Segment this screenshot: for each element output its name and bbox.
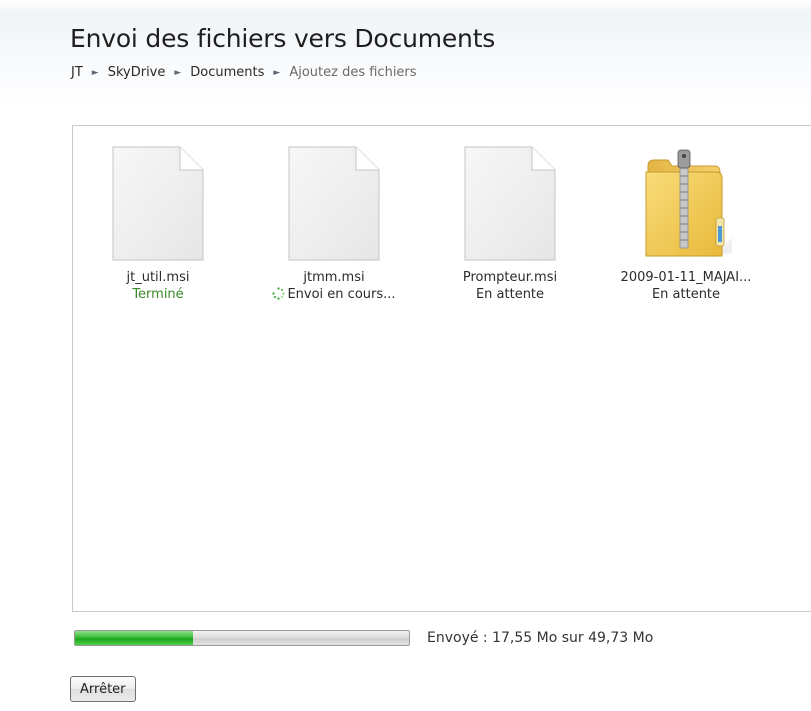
zip-folder-icon [640,146,732,261]
file-name: 2009-01-11_MAJAI... [620,270,752,285]
document-icon [288,146,380,261]
breadcrumb: JT ► SkyDrive ► Documents ► Ajoutez des … [71,65,417,80]
breadcrumb-item-jt[interactable]: JT [71,65,83,80]
file-status: En attente [651,287,721,302]
stop-button[interactable]: Arrêter [70,676,136,702]
loading-spinner-icon [272,287,286,300]
breadcrumb-arrow-icon: ► [273,67,281,78]
progress-text: Envoyé : 17,55 Mo sur 49,73 Mo [427,630,654,646]
file-list-panel: jt_util.msi Terminé jtmm.msi Envoi en co… [72,125,811,612]
file-status: Envoi en cours... [287,287,396,302]
breadcrumb-arrow-icon: ► [91,67,99,78]
progress-bar-fill [75,631,193,645]
breadcrumb-item-documents[interactable]: Documents [190,65,264,80]
document-icon [464,146,556,261]
header-shade [0,0,811,14]
file-item: 2009-01-11_MAJAI... En attente [601,146,771,302]
file-name: Prompteur.msi [462,270,558,285]
upload-page: Envoi des fichiers vers Documents JT ► S… [0,0,811,711]
file-name: jtmm.msi [303,270,365,285]
file-status: En attente [475,287,545,302]
page-title: Envoi des fichiers vers Documents [70,24,496,53]
file-item: Prompteur.msi En attente [425,146,595,302]
file-status-row: Envoi en cours... [249,287,419,302]
file-status: Terminé [132,287,184,302]
file-item: jtmm.msi Envoi en cours... [249,146,419,302]
progress-bar [74,630,410,646]
breadcrumb-current: Ajoutez des fichiers [289,65,417,80]
file-item: jt_util.msi Terminé [73,146,243,302]
upload-progress: Envoyé : 17,55 Mo sur 49,73 Mo [74,630,653,646]
document-icon [112,146,204,261]
breadcrumb-arrow-icon: ► [174,67,182,78]
file-name: jt_util.msi [126,270,190,285]
breadcrumb-item-skydrive[interactable]: SkyDrive [108,65,166,80]
